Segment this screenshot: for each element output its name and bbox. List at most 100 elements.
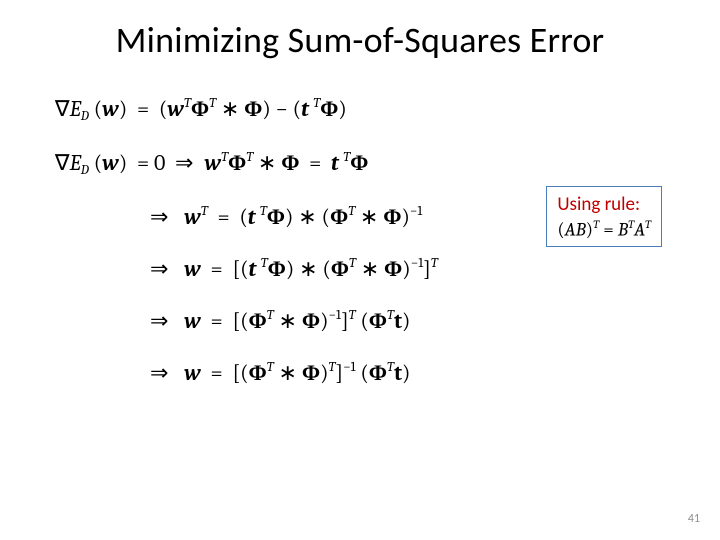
sup-T: T xyxy=(349,308,356,323)
sup-T: T xyxy=(260,204,267,219)
sym-Phi: Φ xyxy=(302,360,320,386)
lpar: ( xyxy=(94,96,102,122)
rpar: ) xyxy=(285,204,293,230)
implies: ⇒ xyxy=(150,360,174,386)
sym-Phi: Φ xyxy=(383,204,401,230)
rpar: ) xyxy=(338,96,346,122)
slide: Minimizing Sum-of-Squares Error ∇ED (w) … xyxy=(0,0,720,540)
lpar: ( xyxy=(240,360,248,386)
rpar: ) xyxy=(402,256,410,282)
lpar: ( xyxy=(94,150,102,176)
sup-T: T xyxy=(349,256,356,271)
eq: = xyxy=(137,96,149,122)
sup-T: T xyxy=(201,204,208,219)
sym-w: w xyxy=(102,150,119,176)
sym-Phi: Φ xyxy=(369,308,387,334)
sym-Phi: Φ xyxy=(350,150,368,176)
sym-Phi: Φ xyxy=(249,308,267,334)
lpar: ( xyxy=(322,204,330,230)
sym-Phi: Φ xyxy=(302,308,320,334)
lpar: ( xyxy=(240,308,248,334)
sym-Phi: Φ xyxy=(267,204,285,230)
minus: − xyxy=(276,96,293,122)
equation-line-1: ∇ED (w) = (wTΦT ∗ Φ) − (t TΦ) xyxy=(40,96,680,124)
lbr: [ xyxy=(232,308,240,334)
sup-T: T xyxy=(261,256,268,271)
star: ∗ xyxy=(274,360,302,386)
eq: = xyxy=(603,218,618,240)
sup-T: T xyxy=(209,96,216,111)
equation-line-2: ∇ED (w) = 0 ⇒ wTΦT ∗ Φ = t TΦ xyxy=(40,150,680,178)
eq: = xyxy=(309,150,321,176)
lbr: [ xyxy=(232,256,240,282)
sym-E: E xyxy=(70,96,81,122)
star: ∗ xyxy=(356,256,384,282)
sup-T: T xyxy=(431,256,438,271)
sup-T: T xyxy=(267,308,274,323)
sym-Phi: Φ xyxy=(249,360,267,386)
rule-box: Using rule: (AB)T = BTAT xyxy=(546,186,662,247)
sym-t: t xyxy=(331,150,339,176)
sym-t: t xyxy=(394,360,402,386)
lbr: [ xyxy=(232,360,240,386)
equation-line-5: ⇒ w = [(ΦT ∗ Φ)−1]T (ΦTt) xyxy=(40,308,680,334)
nabla: ∇ xyxy=(55,150,70,176)
implies: ⇒ xyxy=(150,204,174,230)
sup-neg1: −1 xyxy=(411,256,423,271)
sym-w: w xyxy=(102,96,119,122)
sup-neg1: −1 xyxy=(410,204,422,219)
star: ∗ xyxy=(216,96,244,122)
rpar: ) xyxy=(262,96,270,122)
lpar: ( xyxy=(239,204,247,230)
sym-w: w xyxy=(184,256,201,282)
sym-E: E xyxy=(70,150,81,176)
sym-t: t xyxy=(301,96,309,122)
rbr: ] xyxy=(341,308,349,334)
sym-w: w xyxy=(184,360,201,386)
lpar: ( xyxy=(360,308,368,334)
implies: ⇒ xyxy=(150,256,174,282)
rpar: ) xyxy=(119,150,127,176)
star: ∗ xyxy=(299,256,322,282)
sym-w: w xyxy=(184,204,201,230)
sym-w: w xyxy=(184,308,201,334)
sup-T: T xyxy=(387,360,394,375)
sym-Phi: Φ xyxy=(228,150,246,176)
sup-neg1: −1 xyxy=(328,308,340,323)
sym-Phi: Φ xyxy=(244,96,262,122)
sym-Phi: Φ xyxy=(320,96,338,122)
sym-t: t xyxy=(394,308,402,334)
star: ∗ xyxy=(253,150,281,176)
rbr: ] xyxy=(423,256,431,282)
rpar: ) xyxy=(119,96,127,122)
star: ∗ xyxy=(274,308,302,334)
sym-Phi: Φ xyxy=(268,256,286,282)
rbr: ] xyxy=(335,360,343,386)
lpar: ( xyxy=(557,218,564,240)
sup-T: T xyxy=(645,217,651,231)
math-content: ∇ED (w) = (wTΦT ∗ Φ) − (t TΦ) ∇ED (w) = … xyxy=(40,96,680,386)
slide-title: Minimizing Sum-of-Squares Error xyxy=(40,18,680,62)
sym-w: w xyxy=(167,96,184,122)
sym-w: w xyxy=(204,150,221,176)
sym-Phi: Φ xyxy=(384,256,402,282)
sup-neg1: −1 xyxy=(343,360,355,375)
rpar: ) xyxy=(402,360,410,386)
eq: = xyxy=(217,204,229,230)
sup-T: T xyxy=(221,150,228,165)
sym-B: B xyxy=(618,218,628,240)
sup-T: T xyxy=(387,308,394,323)
sub-D: D xyxy=(81,109,89,124)
sup-T: T xyxy=(267,360,274,375)
sym-Phi: Φ xyxy=(330,204,348,230)
lpar: ( xyxy=(360,360,368,386)
rpar: ) xyxy=(286,256,294,282)
equation-line-4: ⇒ w = [(t TΦ) ∗ (ΦT ∗ Φ)−1]T xyxy=(40,256,680,282)
sub-D: D xyxy=(81,163,89,178)
star: ∗ xyxy=(298,204,321,230)
rpar: ) xyxy=(402,308,410,334)
zero: 0 xyxy=(154,150,165,176)
sup-T: T xyxy=(184,96,191,111)
sym-Phi: Φ xyxy=(281,150,299,176)
rpar: ) xyxy=(586,218,593,240)
